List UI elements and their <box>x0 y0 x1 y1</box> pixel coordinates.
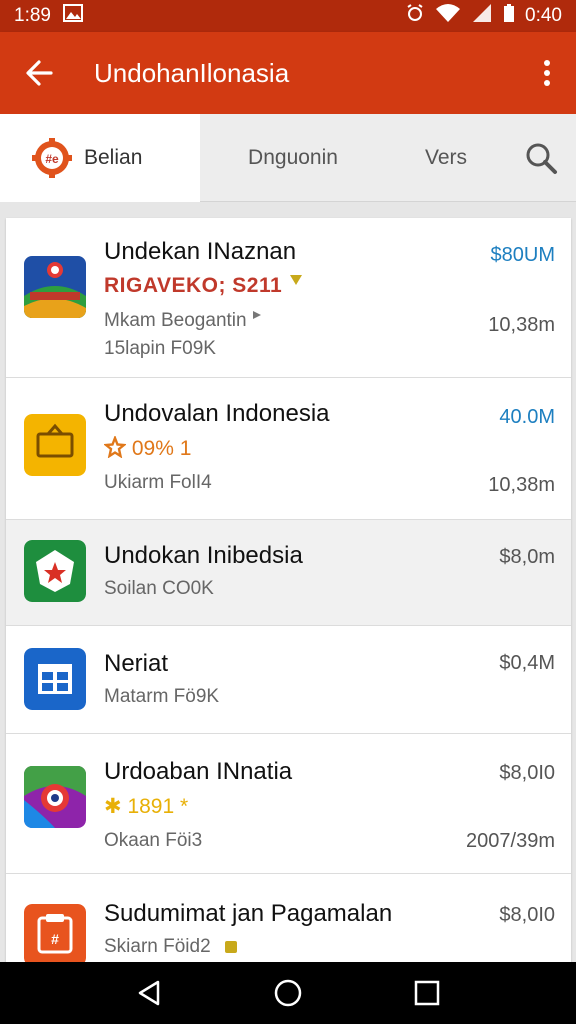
app-meta: Ukiarm FolI4 <box>104 472 212 493</box>
back-button[interactable] <box>0 32 78 114</box>
nav-recents-button[interactable] <box>397 963 457 1023</box>
triangle-back-icon <box>139 980 160 1006</box>
tab-belian[interactable]: #e Belian <box>0 114 200 202</box>
svg-text:#e: #e <box>45 152 59 166</box>
signal-icon <box>471 3 493 29</box>
svg-text:#: # <box>51 931 59 947</box>
list-item[interactable]: Urdoaban INnatia ✱ 1891 * Okaan Föi3 $8,… <box>6 734 571 874</box>
app-meta: Skiarn Föid2 <box>104 936 238 958</box>
app-price: $8,0I0 <box>499 904 555 926</box>
app-title: Neriat <box>104 650 169 677</box>
app-title: Undekan INaznan <box>104 238 297 265</box>
tab-label: Dnguonin <box>248 146 338 169</box>
app-title: Undokan Inibedsia <box>104 542 303 569</box>
app-title: UndohanIlonasia <box>94 57 290 88</box>
status-time: 1:89 <box>14 5 51 26</box>
more-vert-icon <box>544 60 550 86</box>
app-price: 40.0M <box>499 406 555 428</box>
status-bar: 1:89 0:40 <box>0 0 576 32</box>
battery-icon <box>503 3 515 29</box>
status-clock: 0:40 <box>525 5 562 26</box>
list-item[interactable]: Undovalan Indonesia 09% 1 Ukiarm FolI4 4… <box>6 378 571 520</box>
app-icon <box>24 540 86 602</box>
overflow-menu-button[interactable] <box>518 32 576 114</box>
app-icon <box>24 256 86 318</box>
app-price: $0,4M <box>499 652 555 674</box>
tag-icon <box>252 311 261 319</box>
app-price: $8,0I0 <box>499 762 555 784</box>
alarm-icon <box>405 3 425 29</box>
app-icon <box>24 648 86 710</box>
navigation-bar <box>0 962 576 1024</box>
star-icon <box>102 434 128 459</box>
app-size: 10,38m <box>488 314 555 336</box>
tab-label: Vers <box>424 146 468 169</box>
gear-badge-icon: #e <box>32 138 72 178</box>
star-icon: ✱ <box>104 795 122 818</box>
list-item[interactable]: Undekan INaznan RIGAVEKO; S211 Mkam Beog… <box>6 218 571 378</box>
list-item[interactable]: Neriat Matarm Fö9K $0,4M <box>6 626 571 734</box>
app-rating: 09% 1 <box>102 434 191 461</box>
app-meta: Okaan Föi3 <box>104 830 203 851</box>
search-button[interactable] <box>506 114 576 202</box>
tab-dnguonin[interactable]: Dnguonin <box>200 114 386 202</box>
wifi-icon <box>435 3 461 29</box>
nav-back-button[interactable] <box>119 963 179 1023</box>
app-icon <box>24 766 86 828</box>
app-size: 2007/39m <box>466 830 555 852</box>
app-price: $80UM <box>490 244 555 266</box>
app-rating: ✱ 1891 * <box>104 795 189 818</box>
app-list: Undekan INaznan RIGAVEKO; S211 Mkam Beog… <box>6 218 571 964</box>
badge-icon <box>289 275 302 285</box>
app-price: $8,0m <box>499 546 555 568</box>
app-bar: UndohanIlonasia <box>0 32 576 114</box>
app-meta-secondary: 15lapin F09K <box>104 338 216 359</box>
app-meta: Soilan CO0K <box>104 578 214 599</box>
app-meta: Mkam Beogantin <box>104 310 262 332</box>
app-title: Sudumimat jan Pagamalan <box>104 900 393 927</box>
app-size: 10,38m <box>488 474 555 496</box>
list-item-selected[interactable]: Undokan Inibedsia Soilan CO0K $8,0m <box>6 520 571 626</box>
tab-bar: #e Belian Dnguonin Vers <box>0 114 576 202</box>
tab-label: Belian <box>84 146 143 169</box>
app-title: Urdoaban INnatia <box>104 758 293 785</box>
search-icon <box>526 143 557 174</box>
star-icon: * <box>180 795 189 818</box>
nav-home-button[interactable] <box>258 963 318 1023</box>
image-notification-icon <box>62 4 83 28</box>
app-icon <box>24 414 86 476</box>
badge-icon <box>224 941 237 953</box>
circle-home-icon <box>274 979 302 1007</box>
app-subtitle: RIGAVEKO; S211 <box>104 274 303 298</box>
app-meta: Matarm Fö9K <box>104 686 220 707</box>
app-icon: # <box>24 904 86 964</box>
tab-vers[interactable]: Vers <box>386 114 506 202</box>
square-recents-icon <box>414 980 439 1006</box>
list-item[interactable]: # Sudumimat jan Pagamalan Skiarn Föid2 $… <box>6 874 571 964</box>
arrow-left-icon <box>26 60 53 86</box>
app-title: Undovalan Indonesia <box>104 400 330 427</box>
